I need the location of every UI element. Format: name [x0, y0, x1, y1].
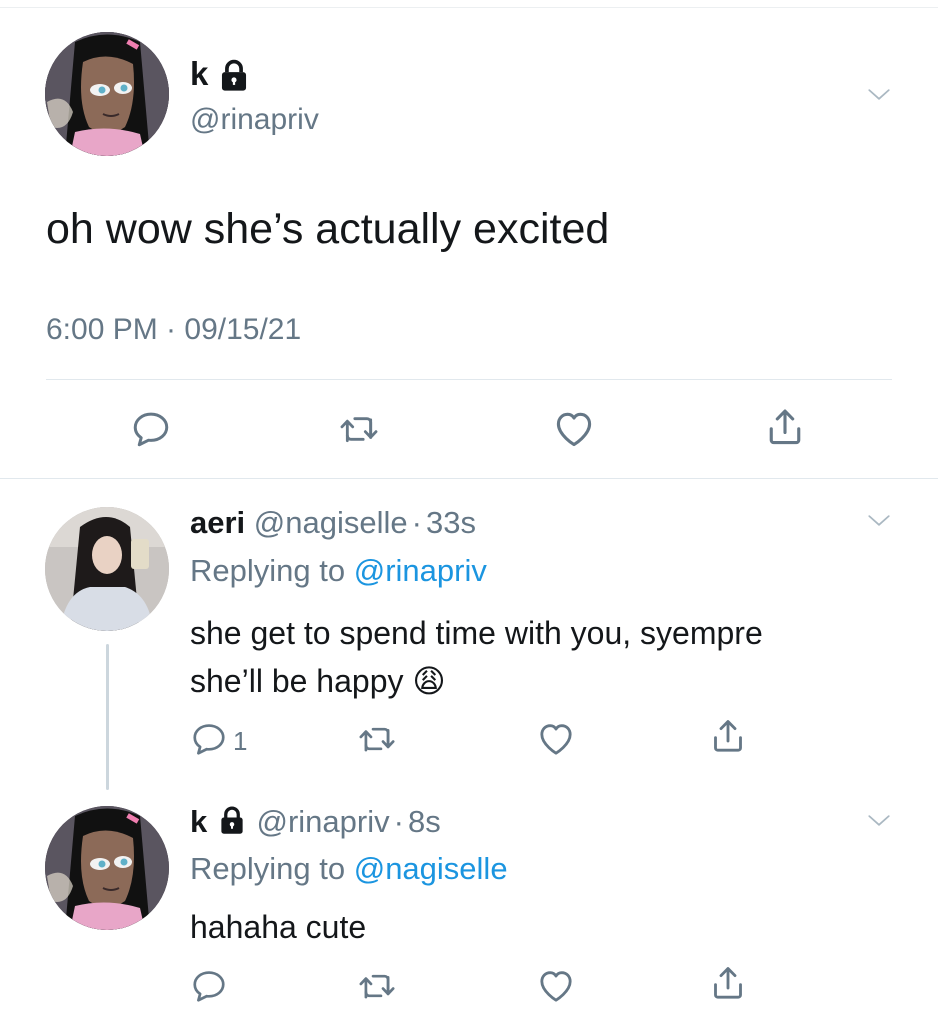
- display-name[interactable]: k: [190, 804, 207, 839]
- time-ago[interactable]: 33s: [426, 505, 476, 540]
- cartoon-avatar-image: [45, 806, 169, 930]
- replying-to-link[interactable]: @nagiselle: [354, 851, 508, 886]
- separator-dot: ·: [393, 804, 404, 839]
- share-icon[interactable]: [708, 716, 748, 756]
- avatar[interactable]: [45, 32, 169, 156]
- tweet-text-line: she get to spend time with you, syempre: [190, 615, 763, 651]
- replying-to-line: Replying to @nagiselle: [190, 851, 508, 887]
- avatar[interactable]: [45, 806, 169, 930]
- handle[interactable]: @nagiselle: [254, 505, 408, 540]
- reply-header: aeri @nagiselle · 33s: [190, 505, 476, 541]
- retweet-icon[interactable]: [357, 967, 397, 1005]
- avatar[interactable]: [45, 507, 169, 631]
- top-divider: [0, 7, 938, 8]
- replying-to-label: Replying to: [190, 851, 346, 886]
- replying-to-label: Replying to: [190, 553, 346, 588]
- tweet-text: hahaha cute: [190, 909, 367, 945]
- display-name[interactable]: k: [190, 56, 208, 92]
- reply-icon[interactable]: [190, 967, 228, 1005]
- handle[interactable]: @rinapriv: [257, 804, 390, 839]
- timestamp[interactable]: 6:00 PM · 09/15/21: [46, 313, 301, 347]
- share-icon[interactable]: [708, 963, 748, 1003]
- tweet-text-part: she’ll be happy: [190, 663, 404, 699]
- weary-face-emoji: 😩: [412, 663, 446, 699]
- tweet-text: oh wow she’s actually excited: [46, 205, 610, 253]
- display-name[interactable]: aeri: [190, 505, 245, 540]
- like-icon[interactable]: [536, 966, 576, 1006]
- lock-icon: [216, 805, 248, 835]
- separator-dot: ·: [411, 505, 422, 540]
- chevron-down-icon[interactable]: [864, 508, 894, 534]
- chevron-down-icon[interactable]: [864, 808, 894, 834]
- tweet-text-line: she’ll be happy 😩: [190, 657, 763, 705]
- time-ago[interactable]: 8s: [408, 804, 441, 839]
- chevron-down-icon[interactable]: [864, 82, 894, 108]
- handle[interactable]: @rinapriv: [190, 103, 319, 137]
- retweet-icon[interactable]: [357, 720, 397, 758]
- section-divider: [0, 478, 938, 479]
- reply-icon[interactable]: [130, 408, 172, 450]
- timestamp-divider: [46, 379, 892, 380]
- reply-header: k @rinapriv · 8s: [190, 804, 441, 840]
- like-icon[interactable]: [536, 719, 576, 759]
- tweet-text: she get to spend time with you, syempre …: [190, 609, 763, 705]
- reply-icon[interactable]: [190, 720, 228, 758]
- photo-avatar-image: [45, 507, 169, 631]
- thread-line: [106, 644, 109, 790]
- retweet-icon[interactable]: [337, 409, 381, 449]
- lock-icon: [216, 58, 252, 92]
- like-icon[interactable]: [552, 407, 596, 451]
- replying-to-link[interactable]: @rinapriv: [354, 553, 487, 588]
- reply-count: 1: [233, 726, 248, 756]
- replying-to-line: Replying to @rinapriv: [190, 553, 487, 589]
- cartoon-avatar-image: [45, 32, 169, 156]
- share-icon[interactable]: [763, 405, 807, 449]
